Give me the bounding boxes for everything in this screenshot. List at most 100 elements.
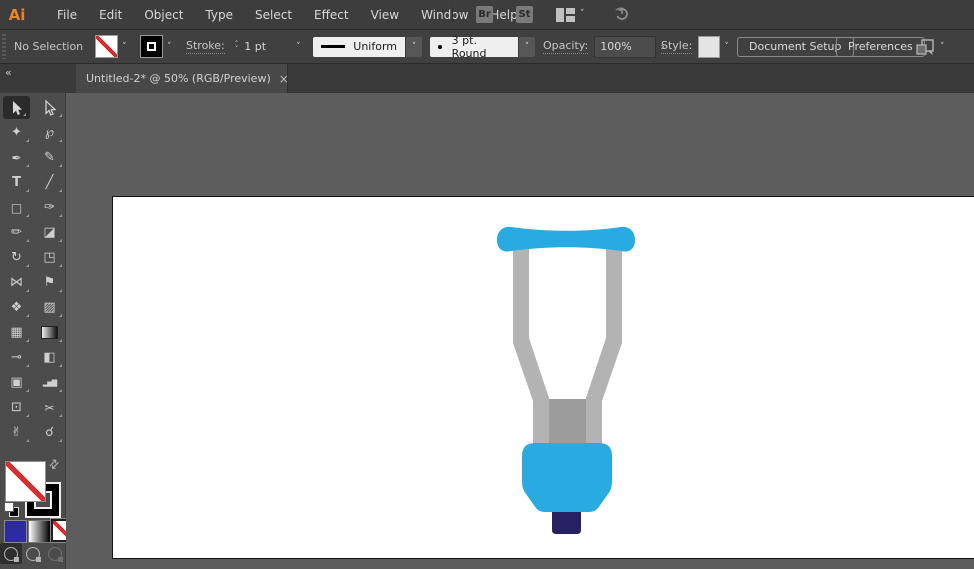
brush-dropdown[interactable]: 3 pt. Round ˅ <box>430 30 535 63</box>
draw-behind-button[interactable] <box>22 543 44 564</box>
stroke-label[interactable]: Stroke: <box>186 39 225 54</box>
tool-zoom[interactable]: ☌ <box>33 420 66 445</box>
width-profile-dropdown[interactable]: Uniform ˅ <box>313 30 422 63</box>
menubar: Ai FileEditObjectTypeSelectEffectViewWin… <box>0 0 974 30</box>
profile-value: Uniform <box>353 40 397 53</box>
collapse-panel-icon[interactable]: « <box>5 66 12 79</box>
canvas-area[interactable] <box>66 93 974 569</box>
crutch-center-column[interactable] <box>546 399 588 444</box>
tool-symbol-sprayer[interactable]: ▣ <box>0 370 33 395</box>
draw-normal-button[interactable] <box>0 543 22 564</box>
stroke-weight-stepper[interactable]: ˄ ˅ <box>235 42 239 52</box>
fill-none-swatch[interactable] <box>95 35 118 58</box>
default-fill-stroke-icon[interactable] <box>4 502 19 517</box>
tool-scale[interactable]: ◳ <box>33 245 66 270</box>
tool-type[interactable]: T <box>0 170 33 195</box>
chevron-down-icon[interactable]: ˅ <box>122 42 127 52</box>
tool-artboard[interactable]: ⊡ <box>0 395 33 420</box>
power-icon[interactable] <box>612 4 629 25</box>
tool-puppet-warp[interactable]: ⚑ <box>33 270 66 295</box>
preferences-button[interactable]: Preferences <box>836 37 925 57</box>
document-tab-bar: « Untitled-2* @ 50% (RGB/Preview) × <box>0 64 974 94</box>
tool-column-graph[interactable]: ▂▅▇ <box>33 370 66 395</box>
separator <box>452 7 453 23</box>
default-fill-chip <box>4 502 14 512</box>
tool-pencil[interactable]: ✏ <box>0 220 33 245</box>
draw-inside-button[interactable] <box>44 543 66 564</box>
stepper-down-icon[interactable]: ˅ <box>235 47 239 52</box>
chevron-down-icon[interactable]: ˅ <box>940 42 945 52</box>
brush-value: 3 pt. Round <box>452 34 510 60</box>
tool-paintbrush[interactable]: ✑ <box>33 195 66 220</box>
menu-view[interactable]: View <box>360 8 410 22</box>
tool-lasso[interactable]: ℘ <box>33 120 66 145</box>
fill-indicator-swatch[interactable] <box>5 461 46 502</box>
tool-shape-builder[interactable]: ❖ <box>0 295 33 320</box>
tool-direct-selection[interactable] <box>33 95 66 120</box>
arrange-icon <box>916 38 936 56</box>
menu-select[interactable]: Select <box>244 8 303 22</box>
crutch-arm-pad[interactable] <box>497 227 635 252</box>
tool-magic-wand[interactable]: ✦ <box>0 120 33 145</box>
stock-button[interactable]: St <box>516 6 533 23</box>
stroke-color-swatch[interactable] <box>140 35 163 58</box>
gradient-button[interactable] <box>28 520 51 543</box>
menu-type[interactable]: Type <box>194 8 244 22</box>
menu-object[interactable]: Object <box>133 8 194 22</box>
bridge-button[interactable]: Br <box>476 6 493 23</box>
tool-pen[interactable]: ✒ <box>0 145 33 170</box>
tool-gradient[interactable] <box>33 320 66 345</box>
stroke-weight-control: Stroke: ˄ ˅ 1 pt ˅ <box>186 30 301 63</box>
color-button[interactable] <box>4 520 27 543</box>
chevron-down-icon[interactable]: ˅ <box>724 42 729 52</box>
swap-fill-stroke-icon[interactable]: ⇄ <box>46 455 63 472</box>
chevron-down-icon[interactable]: ˅ <box>518 37 535 57</box>
tool-hand[interactable]: ✌ <box>0 420 33 445</box>
style-label[interactable]: Style: <box>661 39 692 54</box>
draw-inside-icon <box>48 547 62 561</box>
tools-panel: ✦℘✒✎T╱□✑✏◪↻◳⋈⚑❖▨▦⊸◧▣▂▅▇⊡✂✌☌ ⇄ <box>0 93 66 569</box>
chevron-down-icon[interactable]: ˅ <box>296 42 301 52</box>
crutch-left-leg[interactable] <box>513 246 549 444</box>
tool-slice[interactable]: ✂ <box>33 395 66 420</box>
artwork-crutch[interactable] <box>66 93 974 569</box>
selection-status: No Selection <box>14 30 83 63</box>
style-swatch[interactable] <box>698 36 720 58</box>
tool-width[interactable]: ⋈ <box>0 270 33 295</box>
workspace-switcher-button[interactable]: ˅ <box>556 8 585 22</box>
tool-selection[interactable] <box>3 96 30 119</box>
stroke-weight-value[interactable]: 1 pt <box>244 40 266 53</box>
illustrator-logo: Ai <box>0 6 34 24</box>
menu-effect[interactable]: Effect <box>303 8 360 22</box>
stroke-color-control[interactable]: ˅ <box>140 30 172 63</box>
tool-blend[interactable]: ◧ <box>33 345 66 370</box>
tool-eraser[interactable]: ◪ <box>33 220 66 245</box>
crutch-tip[interactable] <box>552 512 581 534</box>
menubar-right-icons: Br St ˅ <box>452 0 629 29</box>
menu-file[interactable]: File <box>46 8 88 22</box>
arrange-control[interactable]: ˅ <box>916 30 945 63</box>
tool-curvature[interactable]: ✎ <box>33 145 66 170</box>
crutch-right-leg[interactable] <box>586 246 622 444</box>
tool-rectangle[interactable]: □ <box>0 195 33 220</box>
opacity-label[interactable]: Opacity: <box>543 39 588 54</box>
drawing-modes <box>0 543 66 564</box>
document-tab[interactable]: Untitled-2* @ 50% (RGB/Preview) × <box>76 64 288 93</box>
tool-grid: ✦℘✒✎T╱□✑✏◪↻◳⋈⚑❖▨▦⊸◧▣▂▅▇⊡✂✌☌ <box>0 95 66 445</box>
tool-line-segment[interactable]: ╱ <box>33 170 66 195</box>
workspace-grid-icon <box>556 8 575 22</box>
menu-edit[interactable]: Edit <box>88 8 133 22</box>
fill-color-control[interactable]: ˅ <box>95 30 127 63</box>
opacity-control: Opacity: 100% › <box>543 30 669 63</box>
crutch-grip[interactable] <box>522 443 612 512</box>
opacity-field[interactable]: 100% <box>594 36 656 58</box>
style-control: Style: ˅ <box>661 30 729 63</box>
tool-perspective-grid[interactable]: ▨ <box>33 295 66 320</box>
brush-preview-dot <box>438 45 442 49</box>
chevron-down-icon[interactable]: ˅ <box>405 37 422 57</box>
chevron-down-icon[interactable]: ˅ <box>167 42 172 52</box>
tool-rotate[interactable]: ↻ <box>0 245 33 270</box>
tool-eyedropper[interactable]: ⊸ <box>0 345 33 370</box>
tool-mesh[interactable]: ▦ <box>0 320 33 345</box>
close-tab-icon[interactable]: × <box>271 72 289 86</box>
